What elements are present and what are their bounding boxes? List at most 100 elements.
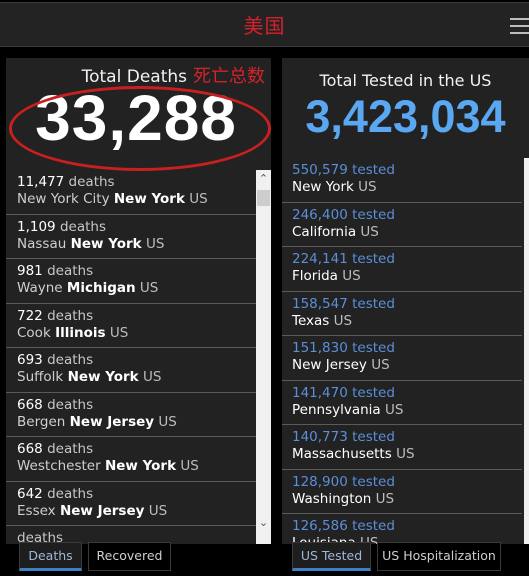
country-name: US xyxy=(189,191,208,207)
tab-us-hospitalization[interactable]: US Hospitalization xyxy=(377,542,501,571)
tested-count: 126,586 tested xyxy=(292,518,522,535)
tested-list-item[interactable]: 158,547 tested Texas US xyxy=(282,292,522,336)
tested-title: Total Tested in the US xyxy=(319,71,492,90)
tested-count-unit: tested xyxy=(352,340,395,356)
state-name: New York xyxy=(104,458,177,474)
top-bar: 美国 xyxy=(0,2,529,47)
country-name: US xyxy=(371,357,390,373)
tested-count-value: 140,773 xyxy=(292,429,348,445)
deaths-list-item[interactable]: 668 deaths Westchester New York US xyxy=(6,437,256,482)
death-count-unit: deaths xyxy=(47,352,94,368)
state-name: California xyxy=(292,223,357,240)
tested-list-item[interactable]: 151,830 tested New Jersey US xyxy=(282,336,522,381)
tested-location: Pennsylvania US xyxy=(292,402,522,419)
country-name: US xyxy=(148,502,168,519)
tested-location: California US xyxy=(292,224,522,241)
tested-count-unit: tested xyxy=(352,251,395,267)
tested-list-item[interactable]: 246,400 tested California US xyxy=(282,203,522,247)
deaths-list-item[interactable]: 668 deaths Bergen New Jersey US xyxy=(6,393,256,437)
death-count-value: 693 xyxy=(17,352,43,368)
tested-list-item[interactable]: 141,470 tested Pennsylvania US xyxy=(282,381,522,425)
country-name: US xyxy=(342,268,361,284)
state-name: New Jersey xyxy=(59,502,145,519)
total-tested-value: 3,423,034 xyxy=(305,91,506,142)
deaths-list-scrollbar[interactable]: ⌃ ⌄ xyxy=(256,170,271,544)
tested-count-unit: tested xyxy=(352,518,395,534)
total-deaths-panel: Total Deaths 死亡总数 33,288 11,477 deaths New… xyxy=(6,58,271,544)
death-count-unit: deaths xyxy=(47,441,94,457)
death-count: 722 deaths xyxy=(17,308,256,325)
deaths-list-item[interactable]: 1,109 deaths Nassau New York US xyxy=(6,215,256,259)
tested-list-item[interactable]: 550,579 tested New York US xyxy=(282,158,522,203)
tested-count-value: 151,830 xyxy=(292,340,348,356)
country-name: US xyxy=(109,324,129,341)
tested-count-value: 550,579 xyxy=(292,162,348,178)
death-count: 693 deaths xyxy=(17,352,256,369)
state-name: New York xyxy=(292,179,354,195)
death-count-unit: deaths xyxy=(47,485,94,502)
deaths-list[interactable]: 11,477 deaths New York City New York US 1,… xyxy=(6,170,256,544)
death-count-value: 668 xyxy=(17,396,43,413)
tested-count-unit: tested xyxy=(352,206,395,223)
tested-count-unit: tested xyxy=(352,429,395,445)
country-name: US xyxy=(396,446,415,462)
tab-us-tested[interactable]: US Tested xyxy=(292,542,371,571)
death-count-value: 1,109 xyxy=(17,218,56,235)
death-location: Wayne Michigan US xyxy=(17,280,256,297)
state-name: New Jersey xyxy=(292,357,367,373)
tested-list-item[interactable]: 224,141 tested Florida US xyxy=(282,247,522,292)
country-name: US xyxy=(385,401,404,418)
tab-deaths[interactable]: Deaths xyxy=(19,542,82,571)
state-name: New York xyxy=(113,191,185,207)
tested-list-item[interactable]: 126,586 tested Louisiana US xyxy=(282,514,522,544)
country-name: US xyxy=(139,280,159,296)
deaths-list-item[interactable]: 981 deaths Wayne Michigan US xyxy=(6,259,256,304)
tested-count: 550,579 tested xyxy=(292,162,522,179)
tested-count: 246,400 tested xyxy=(292,207,522,224)
tested-list[interactable]: 550,579 tested New York US 246,400 tested C… xyxy=(282,158,522,544)
tested-count: 158,547 tested xyxy=(292,296,522,313)
tested-count-value: 126,586 xyxy=(292,518,348,534)
county-name: Essex xyxy=(17,502,56,519)
state-name: Washington xyxy=(292,490,372,507)
tested-count-value: 128,900 xyxy=(292,473,348,490)
county-name: New York City xyxy=(17,191,110,207)
country-name: US xyxy=(333,312,353,329)
tested-count-unit: tested xyxy=(352,295,395,312)
tested-count-unit: tested xyxy=(352,473,395,490)
tested-list-item[interactable]: 128,900 tested Washington US xyxy=(282,470,522,514)
tested-count-unit: tested xyxy=(352,162,395,178)
death-location: Essex New Jersey US xyxy=(17,503,256,520)
deaths-header: Total Deaths 死亡总数 33,288 xyxy=(6,58,271,171)
death-count: 11,477 deaths xyxy=(17,174,256,191)
hamburger-menu-icon[interactable] xyxy=(510,18,529,34)
tested-count: 140,773 tested xyxy=(292,429,522,446)
tested-list-scrollbar[interactable] xyxy=(524,158,529,544)
tested-header: Total Tested in the US 3,423,034 xyxy=(282,58,529,158)
country-name: US xyxy=(142,369,162,385)
deaths-list-item[interactable]: 642 deaths Essex New Jersey US xyxy=(6,482,256,526)
tab-recovered[interactable]: Recovered xyxy=(88,542,171,571)
country-name: US xyxy=(375,490,395,507)
county-name: Bergen xyxy=(17,413,66,430)
tested-list-item[interactable]: 140,773 tested Massachusetts US xyxy=(282,425,522,470)
county-name: Suffolk xyxy=(17,369,64,385)
scroll-thumb[interactable] xyxy=(257,190,270,206)
state-name: Michigan xyxy=(66,280,136,296)
deaths-list-item[interactable]: 11,477 deaths New York City New York US xyxy=(6,170,256,215)
tested-count: 141,470 tested xyxy=(292,385,522,402)
death-count: 668 deaths xyxy=(17,441,256,458)
deaths-list-item[interactable]: 693 deaths Suffolk New York US xyxy=(6,348,256,393)
scroll-up-arrow-icon[interactable]: ⌃ xyxy=(256,172,271,186)
state-name: Texas xyxy=(292,312,330,329)
state-name: New Jersey xyxy=(69,413,155,430)
tested-location: Massachusetts US xyxy=(292,446,522,463)
tested-count-unit: tested xyxy=(352,384,395,401)
death-count-unit: deaths xyxy=(47,263,94,279)
scroll-down-arrow-icon[interactable]: ⌄ xyxy=(256,516,271,530)
country-name: US xyxy=(180,458,199,474)
death-count-value: 722 xyxy=(17,307,43,324)
tested-location: New York US xyxy=(292,179,522,196)
county-name: Wayne xyxy=(17,280,63,296)
deaths-list-item[interactable]: 722 deaths Cook Illinois US xyxy=(6,304,256,348)
